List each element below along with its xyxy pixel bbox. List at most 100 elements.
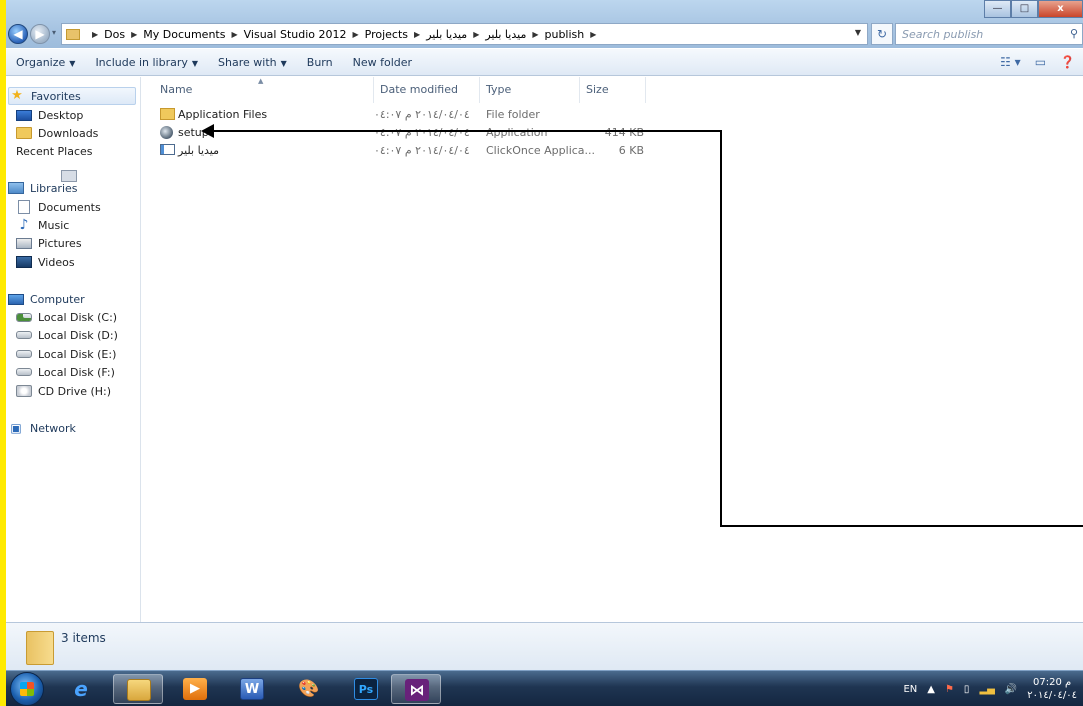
clock[interactable]: 07:20 م ٢٠١٤/٠٤/٠٤ bbox=[1027, 676, 1077, 702]
column-name[interactable]: Name bbox=[154, 77, 374, 103]
language-indicator[interactable]: EN bbox=[903, 684, 917, 695]
minimize-button[interactable]: — bbox=[984, 0, 1011, 18]
star-icon: ★ bbox=[11, 88, 23, 103]
downloads-folder-icon bbox=[16, 127, 32, 139]
paint-palette-icon: 🎨 bbox=[298, 679, 320, 699]
folder-icon bbox=[26, 631, 54, 665]
breadcrumb-media-player-2[interactable]: ميديا بلير bbox=[485, 28, 526, 41]
battery-icon[interactable]: ▯ bbox=[964, 684, 970, 695]
search-placeholder: Search publish bbox=[902, 28, 984, 41]
taskbar-word[interactable]: W bbox=[227, 674, 277, 704]
breadcrumb-projects[interactable]: Projects bbox=[365, 28, 408, 41]
nav-cd-drive[interactable]: CD Drive (H:) bbox=[16, 382, 111, 400]
breadcrumb-dos[interactable]: Dos bbox=[104, 28, 125, 41]
computer-icon bbox=[8, 293, 24, 305]
breadcrumb-media-player-1[interactable]: ميديا بلير bbox=[426, 28, 467, 41]
nav-documents[interactable]: Documents bbox=[16, 198, 101, 216]
folder-icon bbox=[66, 28, 80, 40]
share-label: Share with bbox=[218, 55, 277, 69]
taskbar-photoshop[interactable]: Ps bbox=[341, 674, 391, 704]
column-type[interactable]: Type bbox=[480, 77, 580, 103]
help-icon[interactable]: ❓ bbox=[1060, 55, 1075, 69]
nav-computer[interactable]: Computer bbox=[8, 290, 85, 308]
nav-label: Downloads bbox=[38, 126, 99, 140]
file-date: ٢٠١٤/٠٤/٠٤ م ٠٤:٠٧ bbox=[374, 126, 470, 139]
nav-label: Computer bbox=[30, 292, 85, 306]
address-bar[interactable]: ▶ Dos ▶ My Documents ▶ Visual Studio 201… bbox=[61, 23, 868, 45]
file-row-application-files[interactable]: Application Files ٢٠١٤/٠٤/٠٤ م ٠٤:٠٧ Fil… bbox=[142, 106, 662, 124]
search-input[interactable]: Search publish ⚲ bbox=[895, 23, 1083, 45]
search-icon[interactable]: ⚲ bbox=[1070, 27, 1078, 40]
nav-disk-d[interactable]: Local Disk (D:) bbox=[16, 326, 118, 344]
breadcrumb-my-documents[interactable]: My Documents bbox=[143, 28, 225, 41]
network-signal-icon[interactable]: ▂▄ bbox=[979, 684, 994, 695]
chevron-right-icon: ▶ bbox=[352, 29, 359, 39]
share-with-menu[interactable]: Share with ▼ bbox=[208, 56, 297, 69]
taskbar-ie[interactable]: e bbox=[56, 674, 106, 704]
taskbar-paint[interactable]: 🎨 bbox=[284, 674, 334, 704]
column-size[interactable]: Size bbox=[580, 77, 646, 103]
sort-indicator-icon: ▲ bbox=[258, 77, 264, 85]
nav-label: Pictures bbox=[38, 236, 82, 250]
nav-videos[interactable]: Videos bbox=[16, 253, 75, 271]
file-row-setup[interactable]: setup ٢٠١٤/٠٤/٠٤ م ٠٤:٠٧ Application 414… bbox=[142, 124, 662, 142]
nav-label: Network bbox=[30, 421, 76, 435]
nav-label: CD Drive (H:) bbox=[38, 384, 112, 398]
command-bar: Organize ▼ Include in library ▼ Share with… bbox=[6, 49, 1083, 76]
refresh-button[interactable]: ↻ bbox=[871, 23, 893, 45]
nav-desktop[interactable]: Desktop bbox=[16, 106, 83, 124]
windows-logo-icon bbox=[20, 682, 34, 696]
taskbar-media-player[interactable]: ▶ bbox=[170, 674, 220, 704]
file-name: ميديا بلير bbox=[178, 144, 219, 157]
file-type: Application bbox=[486, 126, 548, 139]
maximize-button[interactable]: □ bbox=[1011, 0, 1038, 18]
nav-network[interactable]: ▣ Network bbox=[8, 419, 76, 437]
breadcrumb-publish[interactable]: publish bbox=[545, 28, 585, 41]
chevron-right-icon: ▶ bbox=[590, 29, 597, 39]
recent-pages-button[interactable]: ▾ bbox=[52, 28, 56, 37]
view-options-icon[interactable]: ☷ ▾ bbox=[1000, 55, 1021, 69]
address-dropdown-icon[interactable]: ▼ bbox=[855, 28, 861, 37]
start-button[interactable] bbox=[10, 672, 44, 706]
volume-icon[interactable]: 🔊 bbox=[1005, 684, 1017, 695]
file-size: 414 KB bbox=[604, 126, 644, 139]
internet-explorer-icon: e bbox=[74, 677, 88, 701]
file-row-clickonce[interactable]: ميديا بلير ٢٠١٤/٠٤/٠٤ م ٠٤:٠٧ ClickOnce … bbox=[142, 142, 662, 160]
chevron-right-icon: ▶ bbox=[532, 29, 539, 39]
nav-music[interactable]: ♪ Music bbox=[16, 216, 70, 234]
photoshop-icon: Ps bbox=[354, 678, 378, 700]
file-explorer-icon bbox=[127, 679, 151, 701]
preview-pane-icon[interactable]: ▭ bbox=[1035, 55, 1046, 69]
column-date-modified[interactable]: Date modified bbox=[374, 77, 480, 103]
close-button[interactable]: x bbox=[1038, 0, 1083, 18]
setup-application-icon bbox=[160, 126, 173, 139]
title-bar: — □ x ◀ ▶ ▾ ▶ Dos ▶ My Documents ▶ Visua… bbox=[6, 0, 1083, 48]
taskbar-explorer[interactable] bbox=[113, 674, 163, 704]
nav-label: Music bbox=[38, 218, 70, 232]
forward-button[interactable]: ▶ bbox=[30, 24, 50, 44]
nav-recent-places[interactable]: Recent Places bbox=[16, 142, 93, 182]
organize-menu[interactable]: Organize ▼ bbox=[6, 56, 85, 69]
hard-drive-icon bbox=[16, 368, 32, 376]
organize-label: Organize bbox=[16, 55, 66, 69]
item-count: 3 items bbox=[61, 631, 106, 645]
burn-button[interactable]: Burn bbox=[297, 56, 343, 69]
back-button[interactable]: ◀ bbox=[8, 24, 28, 44]
breadcrumb-visual-studio[interactable]: Visual Studio 2012 bbox=[244, 28, 347, 41]
new-folder-button[interactable]: New folder bbox=[343, 56, 422, 69]
explorer-window: — □ x ◀ ▶ ▾ ▶ Dos ▶ My Documents ▶ Visua… bbox=[6, 0, 1083, 706]
nav-disk-f[interactable]: Local Disk (F:) bbox=[16, 363, 115, 381]
nav-disk-c[interactable]: Local Disk (C:) bbox=[16, 308, 117, 326]
include-in-library-menu[interactable]: Include in library ▼ bbox=[85, 56, 208, 69]
file-name: setup bbox=[178, 126, 209, 139]
nav-libraries[interactable]: Libraries bbox=[8, 179, 78, 197]
nav-favorites[interactable]: ★ Favorites bbox=[8, 87, 136, 105]
taskbar-visual-studio[interactable]: ⋈ bbox=[391, 674, 441, 704]
nav-downloads[interactable]: Downloads bbox=[16, 124, 98, 142]
window-controls: — □ x bbox=[984, 0, 1083, 18]
nav-pictures[interactable]: Pictures bbox=[16, 234, 82, 252]
show-hidden-icons-icon[interactable]: ▲ bbox=[927, 684, 935, 695]
document-icon bbox=[18, 200, 30, 214]
action-center-flag-icon[interactable]: ⚑ bbox=[945, 684, 954, 695]
nav-disk-e[interactable]: Local Disk (E:) bbox=[16, 345, 116, 363]
